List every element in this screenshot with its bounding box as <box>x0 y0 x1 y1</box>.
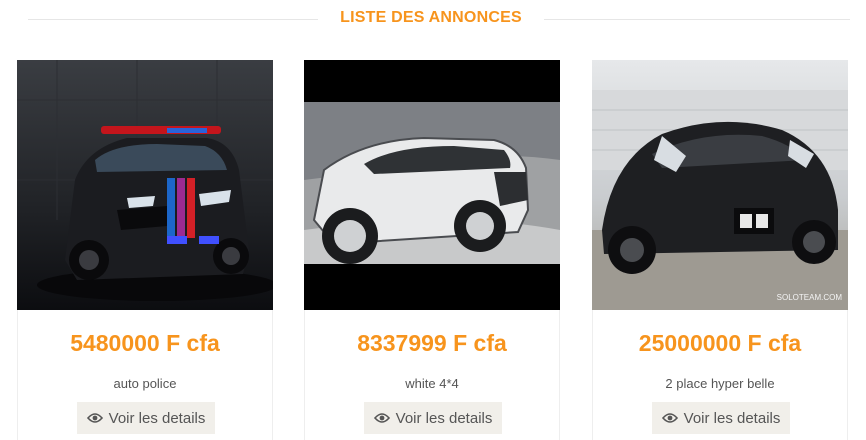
view-details-label: Voir les details <box>108 409 206 427</box>
listing-image[interactable] <box>17 60 273 310</box>
listing-price: 8337999 F cfa <box>357 330 507 356</box>
eye-icon <box>373 412 390 424</box>
listing-card: SOLOTEAM.COM 25000000 F cfa 2 place hype… <box>592 60 848 440</box>
view-details-button[interactable]: Voir les details <box>364 402 502 434</box>
eye-icon <box>86 412 103 424</box>
car-photo-suv <box>304 60 560 310</box>
view-details-button[interactable]: Voir les details <box>652 402 790 434</box>
listing-image[interactable] <box>304 60 560 310</box>
listing-card: 8337999 F cfa white 4*4 Voir les details <box>304 60 560 440</box>
section-header: LISTE DES ANNONCES <box>0 0 866 38</box>
view-details-label: Voir les details <box>395 409 493 427</box>
listing-body: 5480000 F cfa auto police Voir les detai… <box>17 310 273 440</box>
listing-price: 5480000 F cfa <box>70 330 220 356</box>
listing-image[interactable]: SOLOTEAM.COM <box>592 60 848 310</box>
listing-card: 5480000 F cfa auto police Voir les detai… <box>17 60 273 440</box>
view-details-label: Voir les details <box>683 409 781 427</box>
listing-body: 8337999 F cfa white 4*4 Voir les details <box>304 310 560 440</box>
view-details-button[interactable]: Voir les details <box>77 402 215 434</box>
listing-title: auto police <box>113 376 177 391</box>
listing-title: 2 place hyper belle <box>665 376 775 391</box>
eye-icon <box>661 412 678 424</box>
section-title: LISTE DES ANNONCES <box>340 9 522 26</box>
car-photo-police <box>17 60 273 310</box>
car-photo-concept: SOLOTEAM.COM <box>592 60 848 310</box>
image-watermark: SOLOTEAM.COM <box>777 293 843 302</box>
listing-price: 25000000 F cfa <box>638 330 802 356</box>
listing-body: 25000000 F cfa 2 place hyper belle Voir … <box>592 310 848 440</box>
header-divider-left <box>28 19 318 20</box>
header-divider-right <box>544 19 850 20</box>
listing-title: white 4*4 <box>405 376 459 391</box>
